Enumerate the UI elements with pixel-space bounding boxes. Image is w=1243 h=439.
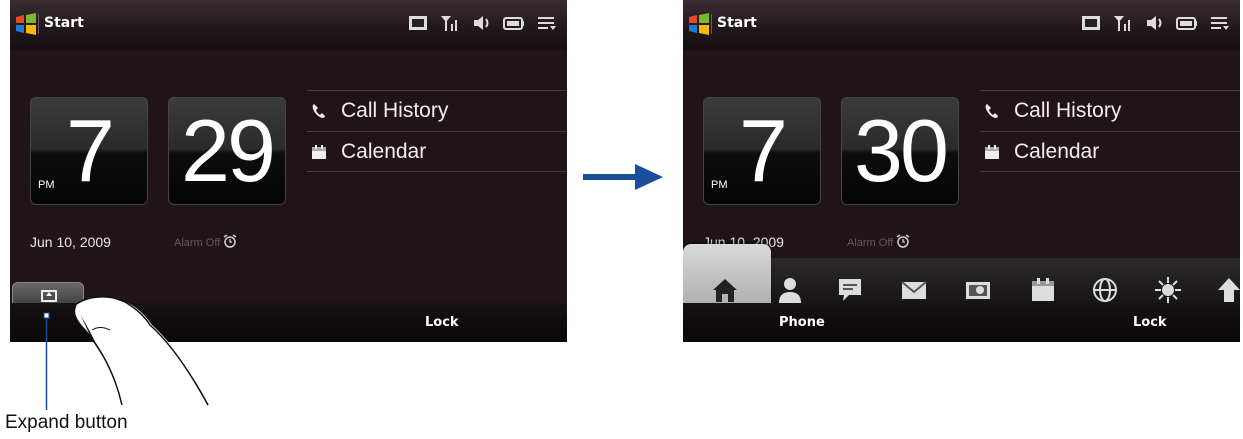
clock-minute: 29 — [181, 101, 276, 200]
windows-logo-icon[interactable] — [687, 12, 711, 36]
alarm-label: Alarm Off — [174, 236, 221, 249]
internet-icon[interactable] — [1090, 275, 1120, 305]
home-icon[interactable] — [710, 275, 740, 305]
menu-icon[interactable] — [1208, 12, 1230, 34]
volume-icon[interactable] — [1144, 12, 1166, 34]
softkey-bar: Phone Lock — [683, 303, 1240, 342]
title-bar: Start — [10, 0, 567, 50]
weather-icon[interactable] — [1153, 275, 1183, 305]
alarm-clock-icon — [896, 234, 910, 251]
signal-icon[interactable] — [1112, 12, 1134, 34]
transition-arrow-icon — [583, 164, 663, 190]
link-label: Call History — [341, 99, 449, 122]
start-title[interactable]: Start — [717, 15, 757, 31]
quick-links: Call History Calendar — [307, 90, 567, 172]
left-phone-screen: Start 7 PM 29 Call History Calendar Jun … — [10, 0, 567, 342]
right-phone-screen: Start 7 PM 30 Call History Calendar Jun … — [683, 0, 1240, 342]
date-text: Jun 10, 2009 — [30, 234, 111, 250]
3g-icon[interactable] — [1080, 12, 1102, 34]
phone-softkey[interactable]: Phone — [779, 315, 825, 330]
photos-icon[interactable] — [963, 275, 993, 305]
alarm-status[interactable]: Alarm Off — [174, 234, 237, 251]
menu-icon[interactable] — [535, 12, 557, 34]
messages-icon[interactable] — [835, 275, 865, 305]
clock-hour-card[interactable]: 7 PM — [30, 97, 148, 205]
title-separator — [38, 14, 39, 34]
alarm-clock-icon — [223, 234, 237, 251]
link-calendar[interactable]: Calendar — [980, 131, 1240, 172]
softkey-bar: Lock — [10, 303, 567, 342]
alarm-status[interactable]: Alarm Off — [847, 234, 910, 251]
clock-minute-card[interactable]: 29 — [168, 97, 286, 205]
windows-logo-icon[interactable] — [14, 12, 38, 36]
phone-icon — [984, 103, 1000, 119]
link-call-history[interactable]: Call History — [307, 90, 567, 131]
clock-minute-card[interactable]: 30 — [841, 97, 959, 205]
expand-icon — [41, 290, 57, 302]
start-title[interactable]: Start — [44, 15, 84, 31]
title-bar: Start — [683, 0, 1240, 50]
clock-minute: 30 — [854, 101, 949, 200]
calendar-icon — [311, 144, 327, 160]
clock-hour-card[interactable]: 7 PM — [703, 97, 821, 205]
link-label: Calendar — [341, 139, 427, 163]
calendar-icon — [984, 144, 1000, 160]
status-icons — [1080, 12, 1230, 34]
people-icon[interactable] — [775, 275, 805, 305]
link-label: Calendar — [1014, 139, 1100, 163]
3g-icon[interactable] — [407, 12, 429, 34]
lock-softkey[interactable]: Lock — [1133, 315, 1167, 330]
calendar-icon[interactable] — [1028, 275, 1058, 305]
status-icons — [407, 12, 557, 34]
settings-icon[interactable] — [1214, 275, 1240, 305]
quick-links: Call History Calendar — [980, 90, 1240, 172]
phone-icon — [311, 103, 327, 119]
clock-ampm: PM — [711, 179, 728, 191]
clock-ampm: PM — [38, 179, 55, 191]
lock-softkey[interactable]: Lock — [425, 315, 459, 330]
alarm-label: Alarm Off — [847, 236, 894, 249]
title-separator — [711, 14, 712, 34]
signal-icon[interactable] — [439, 12, 461, 34]
link-call-history[interactable]: Call History — [980, 90, 1240, 131]
battery-icon[interactable] — [1176, 12, 1198, 34]
battery-icon[interactable] — [503, 12, 525, 34]
mail-icon[interactable] — [899, 275, 929, 305]
volume-icon[interactable] — [471, 12, 493, 34]
link-calendar[interactable]: Calendar — [307, 131, 567, 172]
expand-button-callout: Expand button — [5, 412, 128, 433]
link-label: Call History — [1014, 99, 1122, 122]
